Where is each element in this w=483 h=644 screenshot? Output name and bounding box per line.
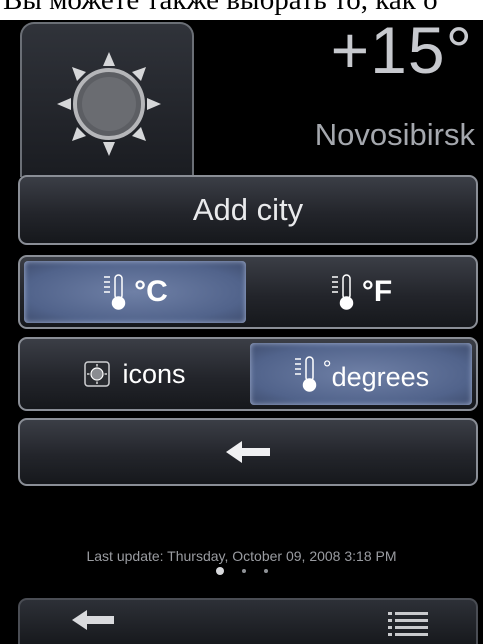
- city-name: Novosibirsk: [314, 117, 475, 152]
- list-icon[interactable]: [388, 612, 428, 636]
- page-indicator: [0, 567, 483, 575]
- celsius-label: °C: [134, 275, 168, 308]
- current-temperature: +15°: [330, 13, 473, 87]
- add-city-button[interactable]: Add city: [18, 175, 478, 245]
- fahrenheit-label: °F: [361, 275, 393, 308]
- icons-option[interactable]: icons: [24, 343, 246, 405]
- fahrenheit-option[interactable]: °F: [250, 261, 472, 323]
- page-dot-3[interactable]: [263, 569, 268, 573]
- icons-label: icons: [122, 358, 186, 389]
- degrees-label: °degrees: [322, 355, 430, 392]
- back-button[interactable]: [18, 418, 478, 486]
- celsius-option[interactable]: °C: [24, 261, 246, 323]
- last-update-text: Last update: Thursday, October 09, 2008 …: [86, 548, 397, 564]
- sun-icon: [57, 52, 161, 156]
- arrow-left-icon: [226, 441, 270, 463]
- degrees-text: degrees: [331, 361, 430, 392]
- bottom-toolbar: [18, 598, 478, 644]
- sun-small-icon: [84, 361, 111, 387]
- degrees-option[interactable]: °degrees: [250, 343, 472, 405]
- weather-icon-panel: [20, 22, 194, 177]
- thermometer-icon: [331, 274, 354, 310]
- thermometer-icon: [294, 356, 317, 392]
- page-dot-2[interactable]: [241, 569, 246, 573]
- arrow-left-icon[interactable]: [72, 610, 114, 630]
- display-mode-selector: icons °degrees: [18, 337, 478, 411]
- page-dot-1[interactable]: [215, 567, 224, 575]
- thermometer-icon: [104, 274, 126, 310]
- unit-selector: °C °F: [18, 255, 478, 329]
